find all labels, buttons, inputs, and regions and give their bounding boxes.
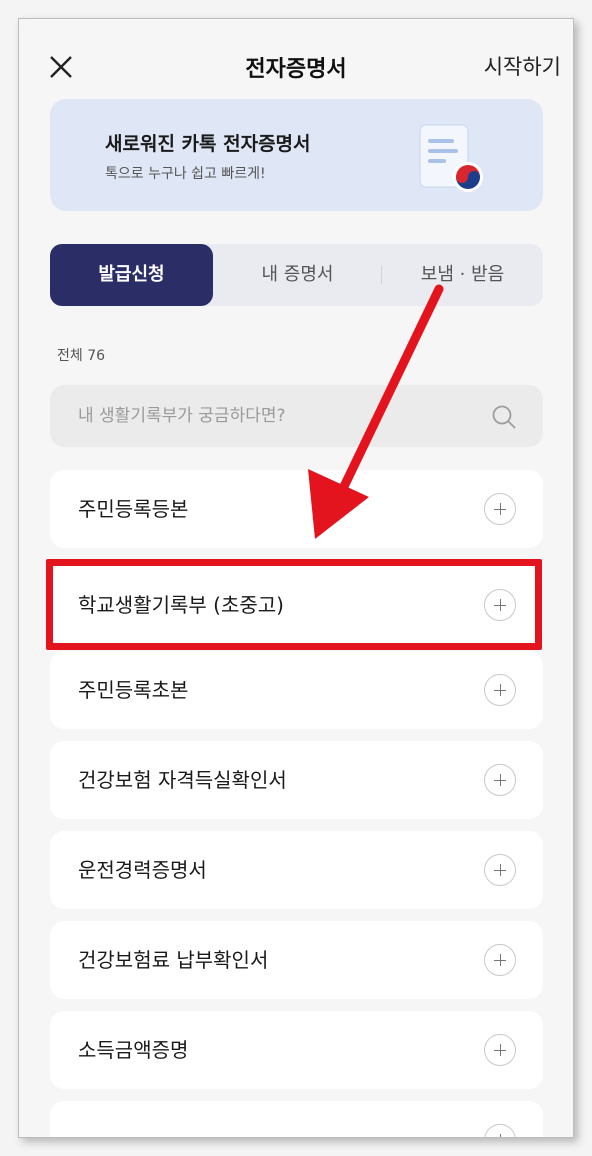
plus-icon[interactable] (484, 589, 516, 621)
list-item-health-insurance-eligibility[interactable]: 건강보험 자격득실확인서 (50, 741, 543, 819)
list-item-label: 건강보험료 납부확인서 (78, 948, 269, 972)
list-item-label: 주민등록등본 (78, 497, 189, 521)
tab-my-certificates[interactable]: 내 증명서 (215, 244, 380, 306)
plus-icon[interactable] (484, 1034, 516, 1066)
app-screen: 전자증명서 시작하기 새로워진 카톡 전자증명서 톡으로 누구나 쉽고 빠르게!… (18, 18, 574, 1138)
list-item-label: 학교생활기록부 (초중고) (78, 593, 284, 617)
list-item-label: 주민등록초본 (78, 678, 189, 702)
plus-icon[interactable] (484, 1124, 516, 1137)
list-item-driving-record[interactable]: 운전경력증명서 (50, 831, 543, 909)
tab-sent-received[interactable]: 보냄 · 받음 (382, 244, 543, 306)
tab-issue-request[interactable]: 발급신청 (50, 244, 213, 306)
search-bar (50, 385, 543, 447)
plus-icon[interactable] (484, 493, 516, 525)
certificate-document-icon (419, 124, 483, 192)
total-count: 전체 76 (57, 348, 106, 364)
list-item-label: 운전경력증명서 (78, 858, 207, 882)
banner-subtitle: 톡으로 누구나 쉽고 빠르게! (105, 166, 266, 182)
plus-icon[interactable] (484, 674, 516, 706)
tab-bar: 발급신청 내 증명서 보냄 · 받음 (50, 244, 543, 306)
promo-banner[interactable]: 새로워진 카톡 전자증명서 톡으로 누구나 쉽고 빠르게! (50, 99, 543, 211)
list-item-income-certificate[interactable]: 소득금액증명 (50, 1011, 543, 1089)
list-item-label: 소득금액증명 (78, 1038, 189, 1062)
plus-icon[interactable] (484, 854, 516, 886)
banner-title: 새로워진 카톡 전자증명서 (105, 133, 311, 155)
list-item-health-insurance-payment[interactable]: 건강보험료 납부확인서 (50, 921, 543, 999)
list-item-label: 건강보험 자격득실확인서 (78, 768, 287, 792)
list-item-resident-register-abstract[interactable]: 주민등록초본 (50, 651, 543, 729)
list-item-school-record[interactable]: 학교생활기록부 (초중고) (50, 566, 543, 644)
plus-icon[interactable] (484, 764, 516, 796)
start-button[interactable]: 시작하기 (484, 51, 561, 81)
search-input[interactable] (78, 385, 478, 447)
list-item-resident-register-copy[interactable]: 주민등록등본 (50, 470, 543, 548)
plus-icon[interactable] (484, 944, 516, 976)
list-item-partial[interactable] (50, 1101, 543, 1137)
search-icon[interactable] (491, 404, 517, 430)
